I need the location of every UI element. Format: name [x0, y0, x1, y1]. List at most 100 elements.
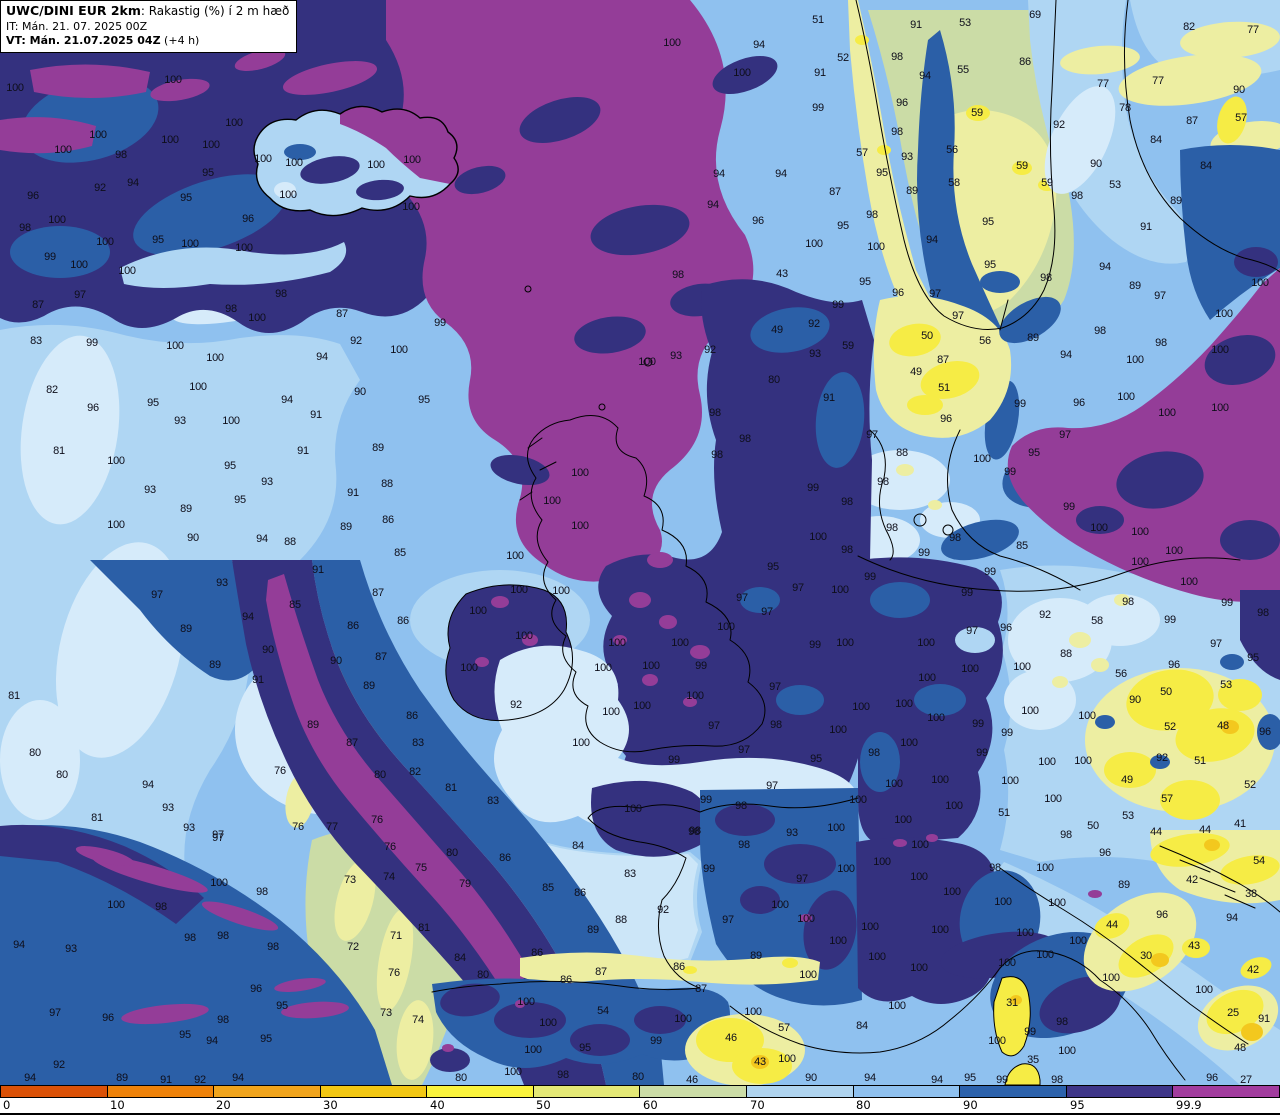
map-value-label: 98 [738, 839, 750, 851]
map-value-label: 94 [256, 533, 268, 545]
map-value-label: 100 [733, 67, 751, 79]
map-value-label: 100 [642, 660, 660, 672]
map-value-label: 100 [797, 913, 815, 925]
map-value-label: 85 [542, 882, 554, 894]
map-value-label: 91 [823, 392, 835, 404]
map-value-label: 100 [402, 201, 420, 213]
map-value-label: 100 [1131, 526, 1149, 538]
map-value-label: 94 [316, 351, 328, 363]
humidity-color-scale: 0 10 20 30 40 50 60 70 80 90 95 99.9 [0, 1085, 1280, 1115]
map-value-label: 77 [1097, 78, 1109, 90]
map-value-label: 81 [91, 812, 103, 824]
map-value-label: 89 [209, 659, 221, 671]
map-value-label: 100 [917, 637, 935, 649]
humidity-map: 100 100 100 100 100 100 100 98 100 100 100 100 95 94 9… [0, 0, 1280, 1086]
map-value-label: 85 [289, 599, 301, 611]
map-value-label: 100 [778, 1053, 796, 1065]
map-value-label: 98 [1094, 325, 1106, 337]
map-value-label: 35 [1027, 1054, 1039, 1066]
map-value-label: 54 [1253, 855, 1265, 867]
map-value-label: 80 [29, 747, 41, 759]
map-value-label: 48 [1234, 1042, 1246, 1054]
map-value-label: 100 [202, 139, 220, 151]
colorbar-segment [1, 1086, 107, 1097]
map-value-label: 100 [1044, 793, 1062, 805]
map-value-label: 95 [152, 234, 164, 246]
init-time: IT: Mán. 21. 07. 2025 00Z [6, 19, 148, 33]
map-value-label: 97 [49, 1007, 61, 1019]
map-value-label: 91 [312, 564, 324, 576]
map-value-label: 100 [1215, 308, 1233, 320]
map-value-label: 99 [1063, 501, 1075, 513]
map-value-label: 58 [948, 177, 960, 189]
map-value-label: 93 [174, 415, 186, 427]
map-value-label: 100 [1074, 755, 1092, 767]
map-value-label: 82 [46, 384, 58, 396]
map-value-label: 88 [1060, 648, 1072, 660]
map-value-label: 92 [510, 699, 522, 711]
map-value-label: 99 [695, 660, 707, 672]
map-value-label: 98 [841, 496, 853, 508]
map-value-label: 80 [768, 374, 780, 386]
title-box: UWC/DINI EUR 2km: Rakastig (%) í 2 m hæð… [0, 0, 298, 53]
map-value-label: 96 [102, 1012, 114, 1024]
map-value-label: 56 [946, 144, 958, 156]
map-value-label: 100 [1165, 545, 1183, 557]
map-value-label: 95 [964, 1072, 976, 1084]
map-value-label: 87 [372, 587, 384, 599]
map-value-label: 84 [856, 1020, 868, 1032]
map-value-label: 99 [1001, 727, 1013, 739]
map-value-label: 97 [722, 914, 734, 926]
map-value-label: 87 [346, 737, 358, 749]
map-value-label: 94 [242, 611, 254, 623]
map-value-label: 94 [1226, 912, 1238, 924]
map-value-label: 98 [19, 222, 31, 234]
map-value-label: 100 [572, 737, 590, 749]
map-value-label: 100 [927, 712, 945, 724]
map-value-label: 44 [1106, 919, 1118, 931]
map-value-label: 51 [1194, 755, 1206, 767]
map-value-label: 94 [24, 1072, 36, 1084]
map-value-label: 100 [460, 662, 478, 674]
colorbar-ticks: 0 10 20 30 40 50 60 70 80 90 95 99.9 [0, 1098, 1280, 1113]
map-value-label: 100 [663, 37, 681, 49]
map-value-label: 80 [446, 847, 458, 859]
map-value-label: 83 [487, 795, 499, 807]
map-value-label: 99 [972, 718, 984, 730]
map-value-label: 94 [753, 39, 765, 51]
map-value-label: 72 [347, 941, 359, 953]
colorbar-tick-label: 10 [110, 1098, 125, 1112]
map-value-label: 49 [1121, 774, 1133, 786]
map-value-label: 95 [767, 561, 779, 573]
map-value-label: 98 [891, 126, 903, 138]
map-value-label: 74 [412, 1014, 424, 1026]
map-value-label: 100 [96, 236, 114, 248]
map-value-label: 93 [216, 577, 228, 589]
map-value-label: 100 [931, 774, 949, 786]
map-value-label: 82 [409, 766, 421, 778]
map-value-label: 96 [896, 97, 908, 109]
map-value-label: 43 [1188, 940, 1200, 952]
colorbar-segment [213, 1086, 320, 1097]
map-value-label: 90 [1129, 694, 1141, 706]
map-value-label: 43 [776, 268, 788, 280]
map-value-label: 54 [597, 1005, 609, 1017]
parameter-name: : Rakastig (%) í 2 m hæð [140, 4, 290, 18]
map-value-label: 100 [1036, 949, 1054, 961]
map-value-label: 100 [888, 1000, 906, 1012]
map-value-label: 98 [949, 532, 961, 544]
map-value-label: 56 [979, 335, 991, 347]
map-value-label: 97 [1210, 638, 1222, 650]
map-value-label: 96 [752, 215, 764, 227]
map-value-label: 100 [469, 605, 487, 617]
colorbar-segment [319, 1086, 427, 1097]
map-value-label: 100 [1069, 935, 1087, 947]
map-value-label: 91 [297, 445, 309, 457]
map-value-label: 81 [418, 922, 430, 934]
map-value-label: 100 [504, 1066, 522, 1078]
map-value-label: 44 [1199, 824, 1211, 836]
map-value-label: 98 [739, 433, 751, 445]
map-value-label: 95 [147, 397, 159, 409]
map-value-label: 99 [434, 317, 446, 329]
map-value-label: 95 [418, 394, 430, 406]
